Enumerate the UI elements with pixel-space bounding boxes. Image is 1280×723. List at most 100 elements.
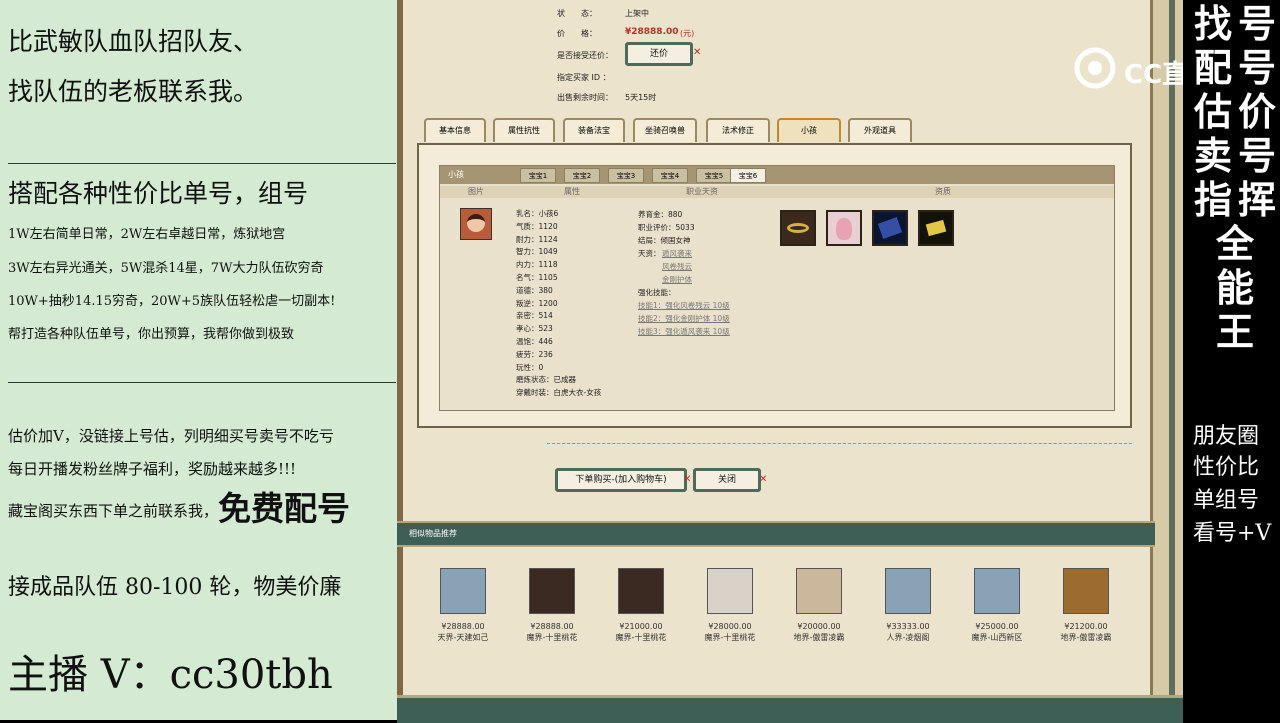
child-detail-box: 小孩 宝宝1 宝宝2 宝宝3 宝宝4 宝宝5 宝宝6 图片 属性 职业天资 资质… — [439, 165, 1115, 411]
stat-key: 穿戴时装： — [516, 388, 554, 398]
tab-mounts[interactable]: 坐骑召唤兽 — [633, 118, 697, 142]
item-price: ¥20000.00 — [797, 622, 841, 631]
character-portrait[interactable] — [1063, 568, 1109, 614]
subtab-baby-6[interactable]: 宝宝6 — [730, 168, 766, 183]
character-portrait[interactable] — [529, 568, 575, 614]
stat-value: 0 — [538, 362, 544, 372]
skill-link[interactable]: 技能3：强化遁风袭来 10级 — [638, 326, 730, 337]
vertical-char: 挥 — [1237, 177, 1276, 222]
stat-key: 孝心： — [516, 324, 539, 334]
character-portrait[interactable] — [885, 568, 931, 614]
bargain-label: 是否接受还价： — [557, 51, 613, 60]
right-line: 朋友圈 — [1193, 424, 1260, 449]
panel-title: 小孩 — [448, 170, 464, 179]
vertical-char: 能 — [1215, 265, 1254, 310]
tab-basic-info[interactable]: 基本信息 — [424, 118, 486, 142]
bottom-bar — [397, 695, 1183, 723]
divider — [8, 163, 396, 164]
aptitude-slot-cloth[interactable] — [872, 210, 908, 246]
aptitude-slot-pouch[interactable] — [826, 210, 862, 246]
stat-row: 叛逆：1200 — [516, 298, 558, 309]
overlay-text-row: 藏宝阁买东西下单之前联系我， 免费配号 — [8, 491, 350, 527]
tab-child[interactable]: 小孩 — [777, 118, 841, 142]
anchor-contact: 主播 V：cc30tbh — [8, 652, 333, 698]
subtab-baby-3[interactable]: 宝宝3 — [608, 168, 644, 183]
similar-items-header: 相似物品推荐 — [397, 521, 1155, 547]
talent-link[interactable]: 风卷残云 — [662, 261, 692, 272]
stat-key: 温饱： — [516, 337, 539, 346]
character-portrait[interactable] — [974, 568, 1020, 614]
scrollbar-track[interactable] — [1150, 0, 1183, 720]
item-server: 人界-凌烟阁 — [886, 633, 930, 642]
stat-row: 乳名：小孩6 — [516, 208, 558, 219]
character-portrait[interactable] — [707, 568, 753, 614]
subtab-baby-4[interactable]: 宝宝4 — [652, 168, 688, 183]
stat-row: 疲劳：236 — [516, 349, 553, 360]
stat-key: 亲密： — [516, 311, 539, 321]
skill-label: 强化技能： — [638, 288, 676, 297]
talent-link[interactable]: 金刚护体 — [662, 274, 692, 285]
item-price: ¥33333.00 — [886, 622, 930, 631]
tab-spells[interactable]: 法术修正 — [706, 118, 770, 142]
vertical-char: 价 — [1237, 89, 1276, 134]
close-icon: ✕ — [693, 47, 702, 58]
similar-item[interactable]: ¥28888.00 魔界-十里桃花 — [517, 568, 587, 643]
separator — [547, 443, 1132, 444]
talent-label: 天资： — [638, 249, 661, 258]
character-portrait[interactable] — [440, 568, 486, 614]
stat-row: 名气：1105 — [516, 272, 558, 283]
tab-equipment[interactable]: 装备法宝 — [563, 118, 625, 142]
item-server: 天界-天建如己 — [437, 633, 489, 642]
eval-row: 职业评价：5033 — [638, 223, 695, 232]
stat-value: 1049 — [538, 247, 558, 257]
aptitude-slot-crown[interactable] — [780, 210, 816, 246]
stat-row: 穿戴时装：白虎大衣-女孩 — [516, 387, 601, 398]
character-portrait[interactable] — [618, 568, 664, 614]
similar-item[interactable]: ¥21000.00 魔界-十里桃花 — [606, 568, 676, 643]
stat-value: 小孩6 — [538, 209, 559, 218]
price-unit: (元) — [680, 29, 695, 38]
similar-item[interactable]: ¥20000.00 地界-傲雷凌霸 — [784, 568, 854, 643]
stat-row: 气质：1120 — [516, 221, 558, 232]
price-label: 价 格： — [557, 29, 597, 38]
stat-key: 疲劳： — [516, 349, 539, 359]
stat-value: 446 — [538, 337, 553, 346]
stat-key: 气质： — [516, 221, 539, 231]
item-server: 魔界-山西新区 — [971, 633, 1023, 642]
similar-item[interactable]: ¥33333.00 人界-凌烟阁 — [873, 568, 943, 643]
aptitude-slot-gold[interactable] — [918, 210, 954, 246]
overlay-text: 1W左右简单日常，2W左右卓越日常，炼狱地宫 — [8, 227, 286, 242]
price-value: ¥28888.00 — [625, 27, 679, 37]
vertical-char: 卖 — [1193, 133, 1232, 178]
skill-link[interactable]: 技能1：强化风卷残云 10级 — [638, 300, 730, 311]
bargain-button[interactable]: 还价 — [625, 42, 693, 66]
similar-item[interactable]: ¥21200.00 地界-傲雷凌霸 — [1051, 568, 1121, 643]
similar-item[interactable]: ¥28888.00 天界-天建如己 — [428, 568, 498, 643]
talent-link[interactable]: 遁风袭来 — [662, 248, 692, 259]
item-server: 地界-傲雷凌霸 — [793, 633, 845, 642]
tab-appearance[interactable]: 外观道具 — [848, 118, 912, 142]
time-value: 5天15时 — [625, 93, 657, 102]
buy-button[interactable]: 下单购买-(加入购物车) — [555, 468, 687, 492]
tab-attributes[interactable]: 属性抗性 — [493, 118, 555, 142]
child-portrait — [460, 208, 492, 240]
similar-item[interactable]: ¥25000.00 魔界-山西新区 — [962, 568, 1032, 643]
close-button[interactable]: 关闭 — [693, 468, 761, 492]
item-price: ¥28888.00 — [441, 622, 485, 631]
similar-item[interactable]: ¥28000.00 魔界-十里桃花 — [695, 568, 765, 643]
subtab-baby-5[interactable]: 宝宝5 — [696, 168, 732, 183]
skill-link[interactable]: 技能2：强化金刚护体 10级 — [638, 313, 730, 324]
ending-row: 结局：倾国女神 — [638, 236, 691, 245]
stat-row: 磨炼状态：已成器 — [516, 374, 576, 385]
vertical-char: 号 — [1237, 133, 1276, 178]
stat-key: 磨炼状态： — [516, 375, 554, 385]
stat-row: 温饱：446 — [516, 336, 553, 347]
stat-row: 玩性：0 — [516, 362, 543, 373]
item-price: ¥21000.00 — [619, 622, 663, 631]
status-value: 上架中 — [625, 9, 649, 18]
growth-row: 养育金：880 — [638, 210, 683, 219]
overlay-line-2: 找队伍的老板联系我。 — [8, 77, 259, 106]
character-portrait[interactable] — [796, 568, 842, 614]
subtab-baby-1[interactable]: 宝宝1 — [520, 168, 556, 183]
subtab-baby-2[interactable]: 宝宝2 — [564, 168, 600, 183]
